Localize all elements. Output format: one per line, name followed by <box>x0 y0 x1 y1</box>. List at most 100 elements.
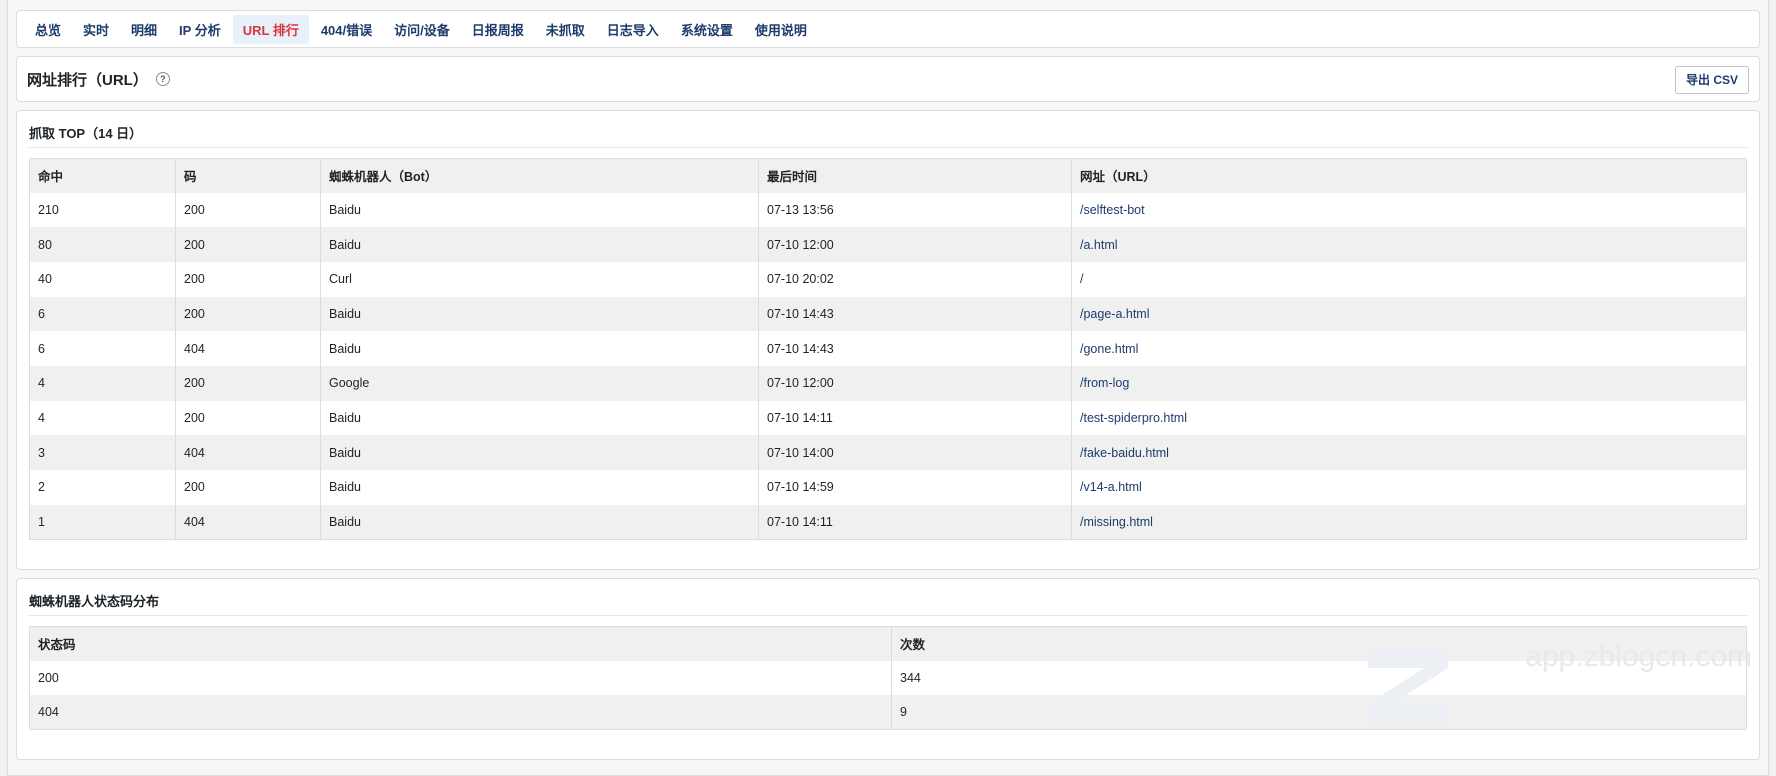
url-link[interactable]: /test-spiderpro.html <box>1080 411 1187 425</box>
cell-url: /a.html <box>1071 227 1747 262</box>
cell-hits: 3 <box>29 435 176 470</box>
cell-bot: Baidu <box>320 331 759 366</box>
table-row: 4 200 Google 07-10 12:00/from-log <box>29 365 1747 401</box>
crawl-top-section: 抓取 TOP（14 日） 命中 码 蜘蛛机器人（Bot） 最后时间 网址（URL… <box>16 110 1760 570</box>
cell-code: 200 <box>175 365 321 401</box>
table-header-row: 命中 码 蜘蛛机器人（Bot） 最后时间 网址（URL） <box>29 158 1747 193</box>
cell-last-time: 07-10 14:11 <box>758 400 1072 436</box>
cell-last-time: 07-10 14:59 <box>758 470 1072 505</box>
url-link[interactable]: /gone.html <box>1080 342 1138 356</box>
cell-bot: Baidu <box>320 400 759 436</box>
url-link[interactable]: /a.html <box>1080 238 1118 252</box>
cell-hits: 210 <box>29 192 176 228</box>
url-link[interactable]: /from-log <box>1080 376 1129 390</box>
table-header-row: 状态码 次数 <box>29 626 1747 661</box>
cell-url: /fake-baidu.html <box>1071 435 1747 470</box>
cell-hits: 6 <box>29 331 176 366</box>
table-row: 2 200 Baidu 07-10 14:59/v14-a.html <box>29 470 1747 505</box>
cell-code: 200 <box>175 470 321 505</box>
cell-hits: 40 <box>29 261 176 297</box>
cell-last-time: 07-10 12:00 <box>758 227 1072 262</box>
column-header-last-time[interactable]: 最后时间 <box>758 158 1072 193</box>
table-row: 210 200 Baidu 07-13 13:56/selftest-bot <box>29 192 1747 228</box>
cell-code: 200 <box>175 296 321 332</box>
tab-details[interactable]: 明细 <box>121 15 167 44</box>
column-header-status-code[interactable]: 状态码 <box>29 626 892 661</box>
cell-hits: 4 <box>29 365 176 401</box>
cell-bot: Baidu <box>320 227 759 262</box>
table-row: 200 344 <box>29 660 1747 696</box>
url-link[interactable]: / <box>1080 272 1083 286</box>
cell-last-time: 07-10 14:43 <box>758 296 1072 332</box>
export-csv-button[interactable]: 导出 CSV <box>1674 66 1749 94</box>
tab-log-import[interactable]: 日志导入 <box>597 15 669 44</box>
table-row: 1 404 Baidu 07-10 14:11/missing.html <box>29 504 1747 540</box>
url-link[interactable]: /fake-baidu.html <box>1080 446 1169 460</box>
cell-bot: Baidu <box>320 504 759 540</box>
cell-last-time: 07-10 12:00 <box>758 365 1072 401</box>
tab-settings[interactable]: 系统设置 <box>671 15 743 44</box>
table-row: 40 200 Curl 07-10 20:02 / <box>29 261 1747 297</box>
cell-last-time: 07-10 14:00 <box>758 435 1072 470</box>
cell-bot: Google <box>320 365 759 401</box>
tab-ip-analysis[interactable]: IP 分析 <box>169 15 231 44</box>
url-link[interactable]: /page-a.html <box>1080 307 1149 321</box>
tab-help[interactable]: 使用说明 <box>745 15 817 44</box>
cell-code: 404 <box>175 435 321 470</box>
page-title: 网址排行（URL） <box>27 71 148 89</box>
cell-code: 200 <box>175 192 321 228</box>
url-link[interactable]: /v14-a.html <box>1080 480 1142 494</box>
top-nav: 总览 实时 明细 IP 分析 URL 排行 404/错误 访问/设备 日报周报 未抓取 日志导入系… <box>16 10 1760 48</box>
cell-url: /v14-a.html <box>1072 470 1747 505</box>
section-title: 抓取 TOP（14 日） <box>29 126 143 141</box>
cell-code: 200 <box>175 261 321 297</box>
table-row: 404 9 <box>29 695 1747 730</box>
table-row: 6 404 Baidu 07-10 14:43/gone.html <box>29 331 1747 366</box>
tab-url-ranking[interactable]: URL 排行 <box>232 14 309 44</box>
tab-realtime[interactable]: 实时 <box>73 15 119 44</box>
cell-bot: Baidu <box>320 470 759 505</box>
cell-hits: 6 <box>29 296 176 332</box>
section-title: 蜘蛛机器人状态码分布 <box>29 594 160 609</box>
divider <box>29 615 1747 616</box>
divider <box>29 147 1747 148</box>
cell-count: 9 <box>891 695 1747 730</box>
url-link[interactable]: /selftest-bot <box>1080 203 1145 217</box>
cell-bot: Baidu <box>320 192 759 228</box>
cell-url: /missing.html <box>1071 504 1747 540</box>
page-header: 网址排行（URL） ? 导出 CSV <box>16 56 1760 102</box>
cell-url: /from-log <box>1071 365 1747 401</box>
cell-last-time: 07-10 14:11 <box>758 504 1072 540</box>
tab-visits-devices[interactable]: 访问/设备 <box>384 15 460 44</box>
column-header-hits[interactable]: 命中 <box>29 158 176 193</box>
table-row: 4 200 Baidu 07-10 14:11/test-spiderpro.html <box>29 400 1747 436</box>
cell-code: 200 <box>175 400 321 436</box>
table-row: 6 200 Baidu 07-10 14:43/page-a.html <box>29 296 1747 332</box>
cell-status-code: 200 <box>29 660 892 696</box>
status-distribution-section: 蜘蛛机器人状态码分布 状态码 次数 200 344 404 9 <box>16 578 1760 760</box>
question-icon[interactable]: ? <box>155 72 170 86</box>
tab-not-crawled[interactable]: 未抓取 <box>536 15 595 44</box>
cell-hits: 4 <box>29 400 176 436</box>
table-row: 3 404 Baidu 07-10 14:00/fake-baidu.html <box>29 435 1747 470</box>
cell-url: /selftest-bot <box>1072 193 1747 228</box>
column-header-bot[interactable]: 蜘蛛机器人（Bot） <box>320 158 759 193</box>
cell-url: /gone.html <box>1072 331 1747 366</box>
tab-reports[interactable]: 日报周报 <box>462 15 534 44</box>
cell-count: 344 <box>900 670 921 685</box>
cell-url: /page-a.html <box>1071 296 1747 332</box>
cell-last-time: 07-10 14:43 <box>758 331 1072 366</box>
tab-404-errors[interactable]: 404/错误 <box>311 15 382 44</box>
column-header-url[interactable]: 网址（URL） <box>1071 158 1747 193</box>
cell-hits: 2 <box>29 470 176 505</box>
cell-code: 404 <box>175 504 321 540</box>
column-header-code[interactable]: 码 <box>175 158 321 193</box>
column-header-count[interactable]: 次数 <box>891 626 1747 661</box>
cell-code: 200 <box>175 227 321 262</box>
url-link[interactable]: /missing.html <box>1080 515 1153 529</box>
cell-last-time: 07-10 20:02 <box>758 261 1072 297</box>
tab-overview[interactable]: 总览 <box>25 15 71 44</box>
cell-status-code: 404 <box>29 695 892 730</box>
status-table: 状态码 次数 200 344 404 9 <box>29 626 1747 731</box>
cell-last-time: 07-13 13:56 <box>758 192 1072 228</box>
